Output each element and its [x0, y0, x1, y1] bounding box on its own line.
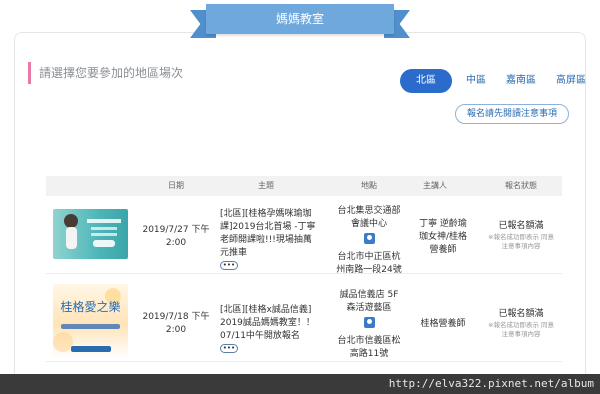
region-tabs: 北區 中區 嘉南區 高屏區: [400, 69, 586, 93]
watermark-url: http://elva322.pixnet.net/album: [388, 377, 594, 390]
map-pin-icon[interactable]: [363, 233, 375, 244]
event-status: 已報名額滿 ※報名成功即表示 同意注意事項內容: [488, 220, 554, 251]
event-topic-text[interactable]: [北區][桂格孕媽咪瑜珈課]2019台北首場 -丁寧老師開課啦!!!現場抽萬元推…: [220, 209, 316, 258]
header-speaker: 主講人: [423, 181, 447, 190]
header-topic: 主題: [258, 181, 274, 190]
event-date-line1: 2019/7/18 下午: [142, 312, 210, 322]
event-date: 2019/7/18 下午 2:00: [142, 311, 210, 337]
event-venue: 台北集思交通部會議中心 台北市中正區杭州南路一段24號: [336, 205, 402, 277]
venue-name: 台北集思交通部會議中心: [337, 206, 401, 229]
event-date-line2: 2:00: [165, 325, 187, 335]
status-label: 已報名額滿: [498, 309, 544, 319]
more-button[interactable]: •••: [220, 344, 238, 353]
event-topic-text[interactable]: [北區][桂格x誠品信義] 2019誠品媽媽教室！！07/11中午開放報名: [220, 305, 315, 341]
header-date: 日期: [168, 181, 184, 190]
status-label: 已報名額滿: [498, 221, 544, 231]
event-thumbnail[interactable]: [53, 209, 128, 259]
venue-address: 台北市信義區松高路11號: [337, 336, 401, 359]
section-ribbon: 媽媽教室: [190, 4, 410, 40]
event-speaker: 桂格營養師: [420, 319, 466, 329]
venue-name: 誠品信義店 5F 森活遊藝區: [339, 290, 399, 313]
event-speaker: 丁寧 逆齡瑜珈女神/桂格營養師: [418, 219, 468, 255]
notice-button[interactable]: 報名請先閱讀注意事項: [455, 104, 569, 124]
region-tab-north[interactable]: 北區: [400, 69, 452, 93]
header-status: 報名狀態: [505, 181, 537, 190]
table-row[interactable]: 2019/7/27 下午 2:00 [北區][桂格孕媽咪瑜珈課]2019台北首場…: [46, 196, 562, 277]
region-prompt: 請選擇您要參加的地區場次: [28, 62, 183, 84]
event-topic[interactable]: [北區][桂格孕媽咪瑜珈課]2019台北首場 -丁寧老師開課啦!!!現場抽萬元推…: [220, 208, 316, 273]
event-date: 2019/7/27 下午 2:00: [142, 224, 210, 250]
status-note: ※報名成功即表示 同意注意事項內容: [488, 233, 555, 250]
event-topic[interactable]: [北區][桂格x誠品信義] 2019誠品媽媽教室！！07/11中午開放報名 ••…: [220, 304, 320, 356]
table-header: 日期 主題 地點 主講人 報名狀態: [46, 176, 562, 196]
event-venue: 誠品信義店 5F 森活遊藝區 台北市信義區松高路11號: [336, 289, 402, 361]
more-button[interactable]: •••: [220, 261, 238, 270]
ribbon-title: 媽媽教室: [206, 4, 394, 34]
status-note: ※報名成功即表示 同意注意事項內容: [488, 321, 555, 338]
region-tab-kaohsiung-pingtung[interactable]: 高屏區: [556, 69, 586, 93]
event-thumbnail[interactable]: 桂格愛之樂: [53, 284, 128, 358]
watermark-bar: http://elva322.pixnet.net/album: [0, 374, 600, 394]
table-row[interactable]: 桂格愛之樂 2019/7/18 下午 2:00 [北區][桂格x誠品信義] 20…: [46, 276, 562, 362]
venue-address: 台北市中正區杭州南路一段24號: [336, 252, 402, 275]
region-tab-central[interactable]: 中區: [466, 69, 486, 93]
thumbnail-title: 桂格愛之樂: [60, 300, 121, 314]
header-venue: 地點: [361, 181, 377, 190]
map-pin-icon[interactable]: [363, 317, 375, 328]
event-status: 已報名額滿 ※報名成功即表示 同意注意事項內容: [488, 308, 554, 339]
region-tab-chiayi-tainan[interactable]: 嘉南區: [506, 69, 536, 93]
event-date-line1: 2019/7/27 下午: [142, 225, 210, 235]
event-date-line2: 2:00: [165, 238, 187, 248]
